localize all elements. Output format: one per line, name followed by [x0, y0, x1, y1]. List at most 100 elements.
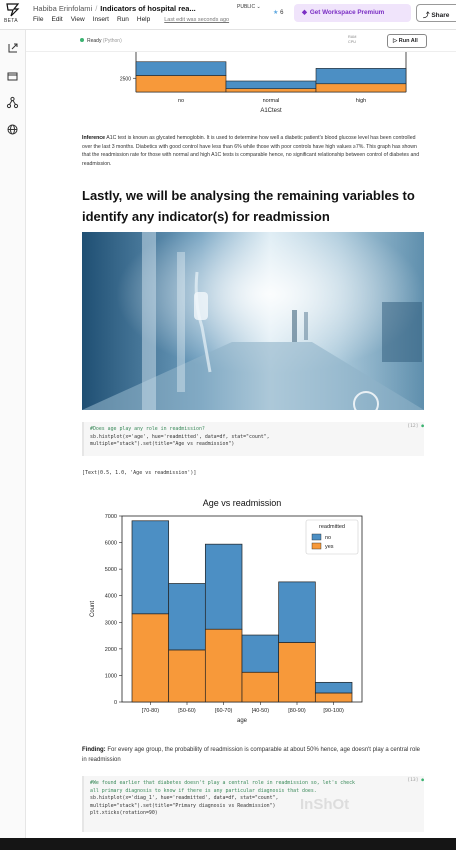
bar-no-[40-50)	[241, 634, 280, 673]
legend-title: readmitted	[319, 524, 345, 530]
star-icon: ★	[273, 10, 279, 16]
cell-number: [12] ●	[407, 424, 424, 429]
breadcrumb: Habiba Erinfolami / Indicators of hospital…	[33, 4, 196, 13]
code-line: plt.xticks(rotation=90)	[90, 810, 158, 816]
menu-view[interactable]: View	[71, 16, 85, 23]
legend-swatch-yes	[311, 542, 322, 550]
code-comment: #We found earlier that diabetes doesn't …	[90, 780, 355, 786]
legend-swatch-no	[311, 533, 322, 541]
cpu-label: CPU	[348, 40, 357, 44]
bar-no-no	[135, 61, 227, 76]
cell-status-dot-icon: ●	[421, 778, 424, 783]
code-line: sb.histplot(x='diag_1', hue='readmitted'…	[90, 795, 279, 801]
share-button[interactable]: ⤴ Share	[416, 4, 456, 22]
code-line: sb.histplot(x='age', hue='readmitted', d…	[90, 433, 270, 440]
bar-no-high	[315, 68, 407, 85]
y-tick-label: 7000	[105, 514, 117, 520]
share-nodes-icon[interactable]	[6, 96, 19, 109]
y-tick-label: 6000	[105, 541, 117, 547]
inshot-watermark: InShOt	[300, 796, 350, 813]
x-tick-label: normal	[263, 98, 280, 104]
x-axis-label: A1Ctest	[260, 108, 282, 114]
menu-help[interactable]: Help	[137, 16, 150, 23]
premium-label: Get Workspace Premium	[309, 9, 385, 16]
x-tick-label: [90-100)	[323, 708, 344, 714]
x-tick-label: [40-50)	[252, 708, 270, 714]
legend-label-yes: yes	[325, 544, 334, 550]
run-all-button[interactable]: ▷ Run All	[387, 34, 427, 48]
bar-no-[50-60)	[168, 583, 206, 651]
bar-yes-[80-90)	[278, 642, 316, 703]
code-comment: #Does age play any role in readmission?	[90, 426, 205, 432]
chevron-down-icon: ⌄	[256, 4, 261, 10]
breadcrumb-separator: /	[95, 4, 98, 13]
cell-output-text: [Text(0.5, 1.0, 'Age vs readmission')]	[82, 470, 197, 476]
menu-insert[interactable]: Insert	[93, 16, 109, 23]
bar-yes-[40-50)	[241, 671, 280, 703]
y-tick-label: 1000	[105, 673, 117, 679]
left-rail	[0, 30, 26, 838]
star-count[interactable]: ★ 6	[273, 9, 283, 16]
last-saved-link[interactable]: Last edit was seconds ago	[164, 17, 229, 23]
y-tick-label: 2000	[105, 647, 117, 653]
bar-yes-high	[315, 83, 407, 93]
inference-label: Inference	[82, 135, 106, 141]
y-axis-label: Count	[90, 601, 96, 617]
bar-no-normal	[225, 80, 317, 89]
x-tick-label: [60-70)	[215, 708, 233, 714]
star-count-value: 6	[280, 10, 284, 16]
code-line: multiple="stack").set(title="Age vs read…	[90, 441, 235, 447]
code-comment: all primary diagnosis to know if there i…	[90, 787, 317, 794]
cell-number: [13] ●	[407, 778, 424, 783]
y-tick-label: 4000	[105, 594, 117, 600]
code-cell-diagnosis[interactable]: #We found earlier that diabetes doesn't …	[82, 776, 424, 832]
x-tick-label: [50-60)	[178, 708, 196, 714]
bottom-bar	[0, 838, 456, 850]
play-icon: ▷	[393, 38, 398, 44]
inference-text: Inference A1C test is known as glycated …	[82, 134, 422, 168]
bar-yes-[50-60)	[168, 649, 206, 703]
share-icon: ⤴	[423, 12, 430, 19]
menu-run[interactable]: Run	[117, 16, 129, 23]
inference-body: A1C test is known as glycated hemoglobin…	[82, 135, 420, 167]
notebook-content: 2500 no normal high A1Ctest Inference A1C te…	[26, 52, 456, 838]
kernel-status[interactable]: Ready (Python)	[80, 38, 122, 44]
visibility-dropdown[interactable]: PUBLIC ⌄	[237, 4, 261, 10]
menu-edit[interactable]: Edit	[51, 16, 62, 23]
resource-monitor[interactable]: RAM CPU	[348, 35, 356, 45]
x-tick-label: no	[178, 98, 184, 104]
y-tick-label: 3000	[105, 620, 117, 626]
gem-icon: ◆	[302, 9, 307, 16]
folder-icon[interactable]	[6, 70, 19, 83]
code-cell-age[interactable]: #Does age play any role in readmission? …	[82, 422, 424, 456]
kernel-name: (Python)	[102, 38, 122, 44]
bar-yes-[90-100)	[314, 692, 353, 703]
top-bar: BETA Habiba Erinfolami / Indicators of hos…	[0, 0, 456, 30]
y-tick-label: 2500	[120, 76, 131, 82]
get-premium-button[interactable]: ◆ Get Workspace Premium	[294, 4, 411, 22]
code-line: multiple="stack").set(title="Primary dia…	[90, 802, 276, 809]
bar-yes-no	[135, 75, 227, 93]
visibility-label: PUBLIC	[237, 4, 256, 10]
age-vs-readmission-chart: Age vs readmission 0 1000 2000 3000 4000 5000 6…	[90, 498, 363, 724]
run-toolbar: Ready (Python) RAM CPU ▷ Run All	[26, 30, 456, 52]
menu-bar: File Edit View Insert Run Help Last edit…	[33, 16, 229, 23]
kernel-status-text: Ready	[87, 38, 102, 44]
globe-icon[interactable]	[6, 123, 19, 136]
deepnote-logo-icon[interactable]	[6, 3, 20, 17]
x-tick-label: [80-90)	[288, 708, 306, 714]
bar-no-[70-80)	[131, 520, 170, 615]
bar-no-[60-70)	[204, 543, 243, 630]
workspace-owner[interactable]: Habiba Erinfolami	[33, 4, 92, 13]
menu-file[interactable]: File	[33, 16, 43, 23]
cell-status-dot-icon: ●	[421, 424, 424, 429]
x-tick-label: high	[356, 98, 366, 104]
notebook-title[interactable]: Indicators of hospital rea...	[100, 4, 195, 13]
beta-label: BETA	[4, 18, 18, 24]
bar-yes-[60-70)	[204, 628, 243, 703]
collapse-icon[interactable]	[6, 42, 19, 55]
y-tick-label: 5000	[105, 567, 117, 573]
bar-yes-normal	[225, 88, 317, 93]
finding-body: For every age group, the probability of …	[82, 747, 421, 763]
x-tick-label: [70-80)	[142, 708, 160, 714]
